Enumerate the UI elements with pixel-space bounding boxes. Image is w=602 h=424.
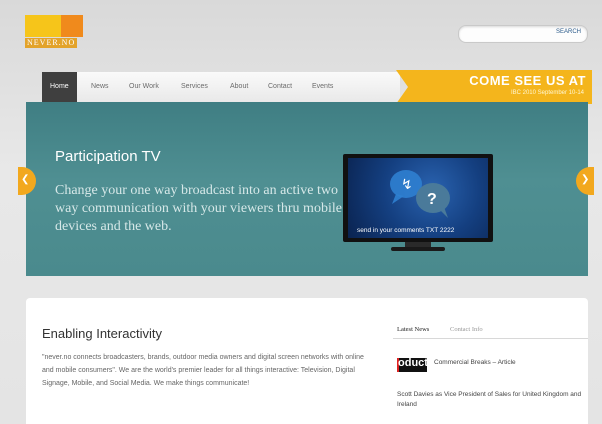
news-tabs: Latest News Contact Info: [393, 324, 588, 339]
hero-title: Participation TV: [55, 148, 161, 165]
promo-banner[interactable]: COME SEE US AT IBC 2010 September 10-14: [396, 70, 592, 104]
news-item-link[interactable]: Scott Davies as Vice President of Sales …: [397, 390, 582, 410]
logo-square-orange: [61, 15, 83, 37]
news-widget: Latest News Contact Info oduct Commercia…: [393, 324, 588, 424]
promo-subline: IBC 2010 September 10-14: [510, 90, 584, 96]
tv-illustration: ↯ ? send in your comments TXT 2222: [343, 154, 493, 251]
news-thumbnail[interactable]: oduct: [397, 358, 427, 372]
search-input[interactable]: [465, 27, 549, 42]
chevron-right-icon: ❯: [581, 174, 590, 185]
nav-item-services[interactable]: Services: [181, 72, 208, 102]
site-logo[interactable]: NEVER.NO: [25, 15, 87, 49]
nav-item-our-work[interactable]: Our Work: [129, 72, 159, 102]
nav-item-events[interactable]: Events: [312, 72, 333, 102]
tab-latest-news[interactable]: Latest News: [397, 326, 429, 333]
main-nav: Home News Our Work Services About Contac…: [42, 72, 400, 102]
tv-caption: send in your comments TXT 2222: [357, 227, 455, 234]
nav-item-home[interactable]: Home: [42, 72, 77, 102]
section-body: "never.no connects broadcasters, brands,…: [42, 354, 364, 387]
nav-item-contact[interactable]: Contact: [268, 72, 292, 102]
tab-contact-info[interactable]: Contact Info: [450, 326, 483, 333]
svg-text:?: ?: [427, 191, 437, 208]
content-panel: Enabling Interactivity "never.no connect…: [26, 298, 588, 424]
svg-text:↯: ↯: [401, 176, 413, 192]
logo-square-yellow: [25, 15, 61, 37]
search-box: SEARCH: [458, 25, 588, 43]
nav-item-news[interactable]: News: [91, 72, 109, 102]
thumbnail-text: oduct: [398, 358, 427, 369]
hero-description: Change your one way broadcast into an ac…: [55, 183, 342, 234]
tv-screen-inner: ↯ ?: [348, 158, 488, 238]
tv-base: [391, 247, 445, 251]
section-heading: Enabling Interactivity: [42, 326, 162, 341]
news-item-link[interactable]: Commercial Breaks – Article: [434, 359, 516, 366]
chat-bubbles-icon: ↯ ?: [390, 170, 450, 218]
logo-text: NEVER.NO: [25, 38, 78, 48]
nav-item-about[interactable]: About: [230, 72, 248, 102]
promo-headline: COME SEE US AT: [469, 73, 586, 88]
hero-slide: Participation TV Change your one way bro…: [26, 102, 588, 276]
tv-screen: ↯ ? send in your comments TXT 2222: [343, 154, 493, 242]
page: NEVER.NO SEARCH Home News Our Work Servi…: [0, 0, 602, 424]
search-button[interactable]: SEARCH: [556, 29, 581, 35]
chevron-left-icon: ❮: [21, 174, 30, 185]
